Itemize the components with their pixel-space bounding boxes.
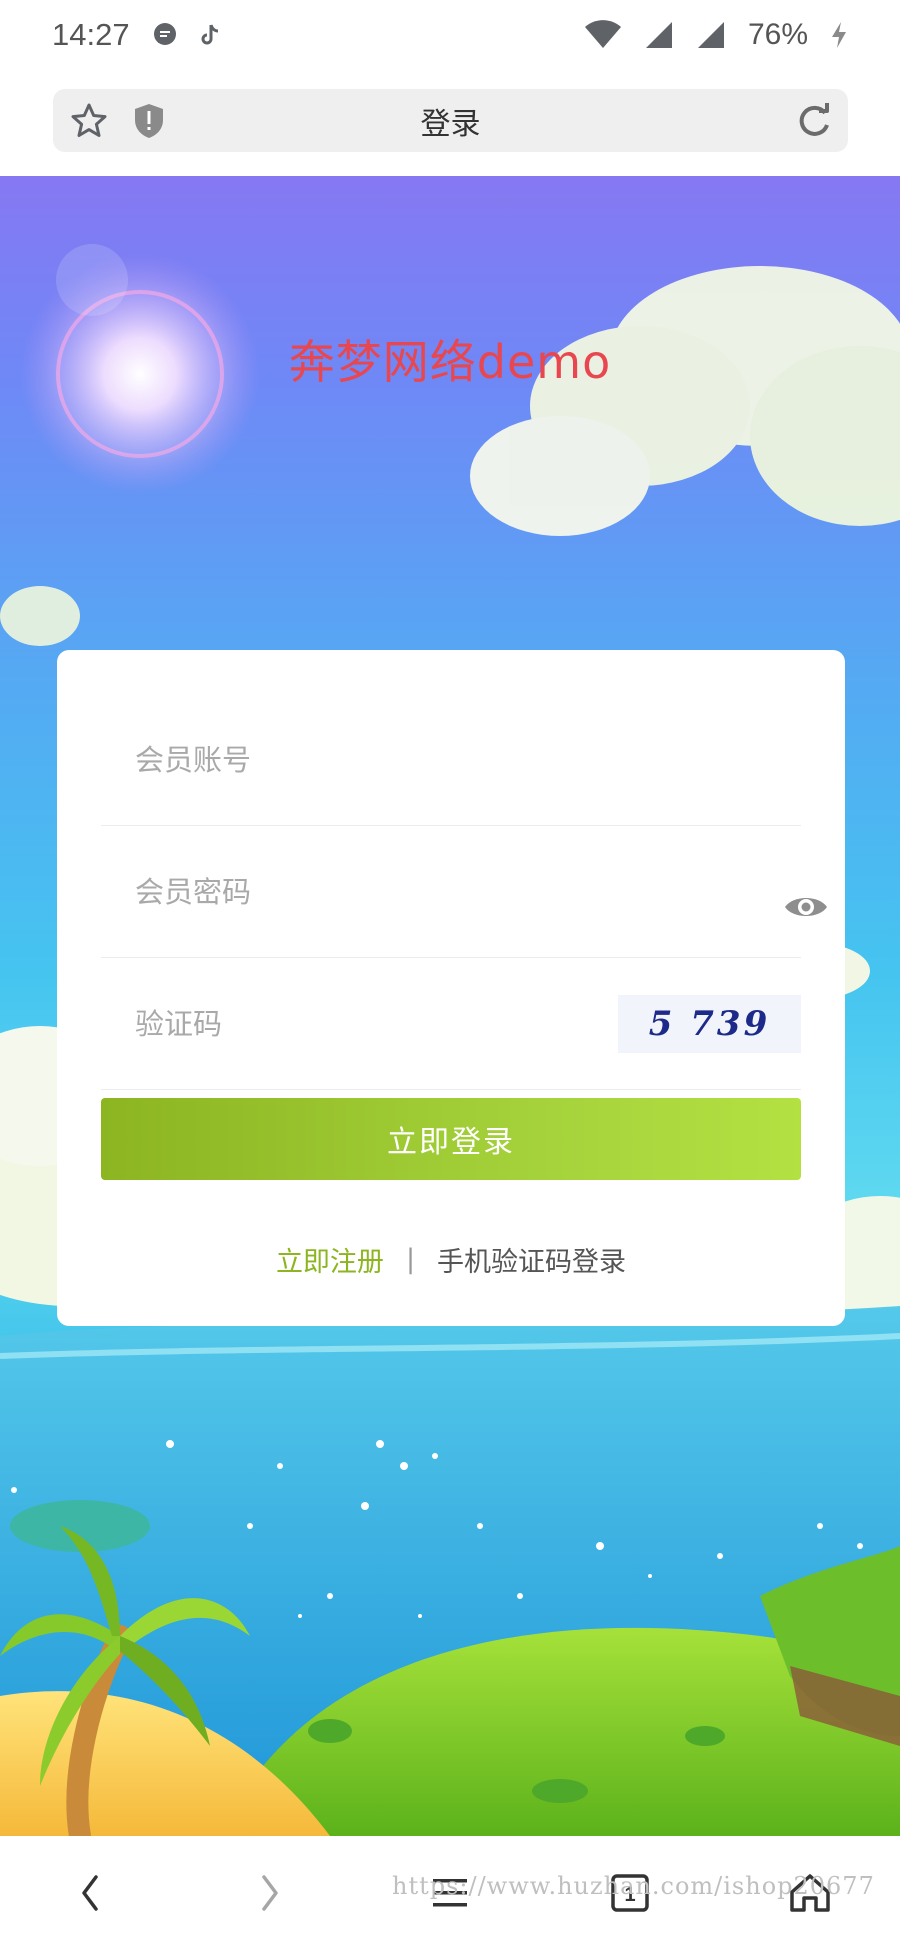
tiktok-icon [200, 23, 222, 47]
battery-level: 76% [747, 18, 808, 51]
page-title: 登录 [420, 106, 481, 142]
login-links: 立即注册 | 手机验证码登录 [57, 1240, 845, 1279]
wifi-icon [584, 20, 622, 50]
tabs-count: 1 [624, 1884, 635, 1906]
login-background: 奔梦网络demo 5 739 立即登录 立即注册 | 手机验证码登录 [0, 176, 900, 1836]
menu-icon[interactable] [431, 1876, 469, 1910]
signal-icon [644, 20, 674, 50]
password-field-row [101, 826, 827, 958]
sms-login-link[interactable]: 手机验证码登录 [437, 1240, 626, 1279]
captcha-image[interactable]: 5 739 [618, 994, 801, 1053]
brand-title: 奔梦网络demo [288, 335, 612, 389]
username-input[interactable] [133, 741, 613, 778]
register-link[interactable]: 立即注册 [276, 1240, 384, 1279]
tabs-icon[interactable]: 1 [610, 1873, 650, 1913]
browser-bottom-nav: 1 https://www.huzhan.com/ishop20677 [0, 1836, 900, 1950]
browser-toolbar: 登录 [0, 70, 900, 176]
signal-icon [696, 20, 726, 50]
charging-icon [830, 21, 848, 49]
cloud-icon [470, 266, 900, 536]
forward-icon[interactable] [258, 1873, 282, 1913]
login-card: 5 739 立即登录 立即注册 | 手机验证码登录 [57, 650, 845, 1326]
status-bar: 14:27 76% [0, 0, 900, 70]
captcha-field-row: 5 739 [101, 958, 801, 1090]
username-field-row [101, 694, 801, 826]
captcha-text: 5 739 [648, 1003, 771, 1044]
login-button[interactable]: 立即登录 [101, 1098, 801, 1180]
status-time: 14:27 [52, 17, 130, 52]
address-bar[interactable]: 登录 [53, 89, 848, 152]
captcha-input[interactable] [133, 1005, 533, 1042]
password-input[interactable] [133, 873, 613, 910]
refresh-icon[interactable] [794, 101, 834, 141]
home-icon[interactable] [788, 1872, 832, 1914]
back-icon[interactable] [78, 1873, 102, 1913]
message-icon [152, 22, 178, 48]
link-separator: | [405, 1244, 416, 1275]
